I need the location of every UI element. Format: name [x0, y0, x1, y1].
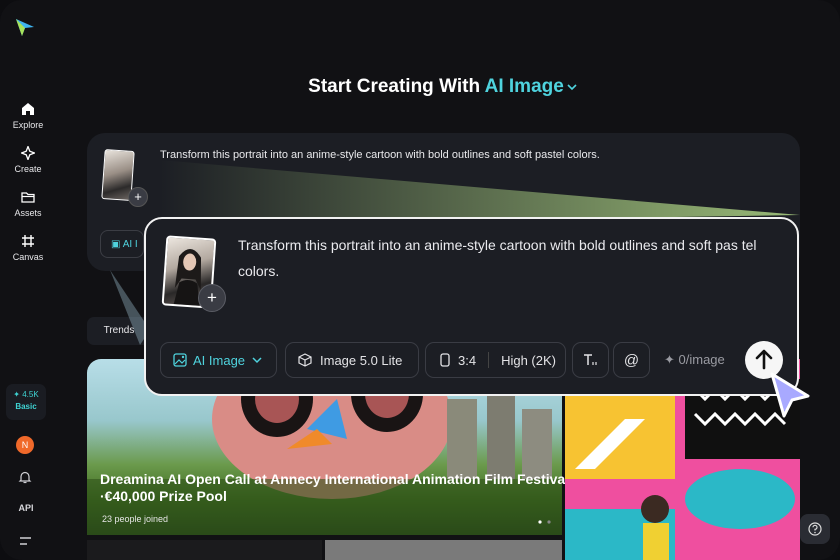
- text-style-button[interactable]: [572, 342, 609, 378]
- mode-select-label: AI Image: [193, 352, 246, 368]
- aspect-quality-select[interactable]: 3:4 High (2K): [425, 342, 566, 378]
- chevron-down-icon: [252, 357, 262, 364]
- add-image-button[interactable]: +: [198, 284, 226, 312]
- model-select-label: Image 5.0 Lite: [320, 352, 403, 368]
- credit-sparkle-icon: ✦: [664, 352, 679, 367]
- prompt-input[interactable]: Transform this portrait into an anime-st…: [238, 232, 798, 284]
- mode-select[interactable]: AI Image: [160, 342, 277, 378]
- image-mode-icon: [173, 353, 187, 367]
- portrait-ratio-icon: [440, 353, 450, 367]
- app-window: Explore Create Assets Canvas ✦ 4.5K Basi…: [0, 0, 840, 560]
- cost-label: 0/image: [678, 352, 725, 367]
- text-icon: [583, 354, 597, 365]
- generation-cost: ✦ 0/image: [664, 352, 725, 368]
- at-icon: @: [623, 351, 640, 369]
- quality-label: High (2K): [501, 352, 556, 368]
- pointer-cursor-icon: [770, 372, 810, 418]
- cube-icon: [298, 353, 312, 367]
- mention-button[interactable]: @: [613, 342, 650, 378]
- model-select[interactable]: Image 5.0 Lite: [285, 342, 419, 378]
- separator: [488, 352, 490, 368]
- aspect-ratio-label: 3:4: [458, 352, 477, 368]
